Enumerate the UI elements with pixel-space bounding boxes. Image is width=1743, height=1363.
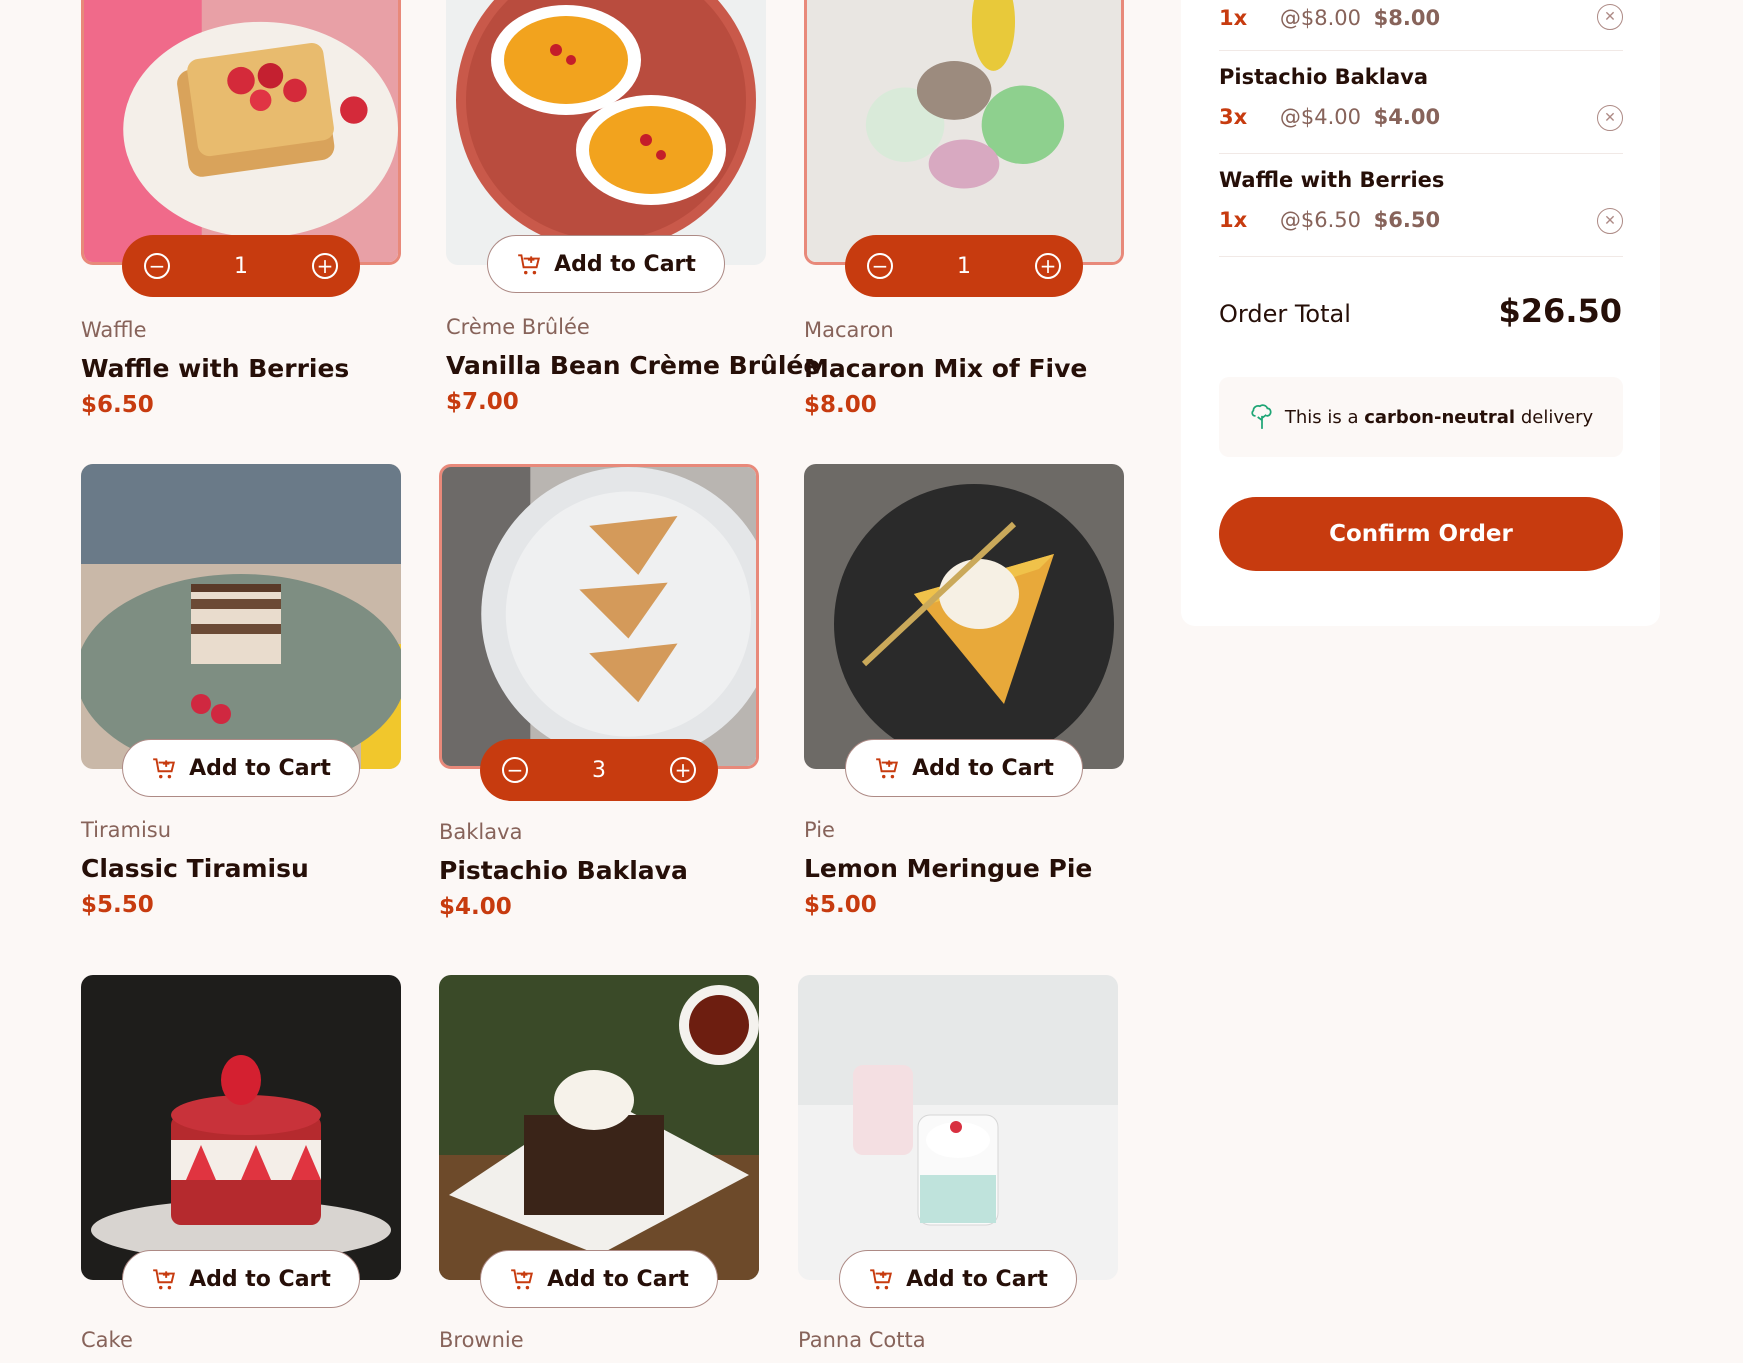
cart-item-name: Waffle with Berries bbox=[1219, 168, 1445, 192]
product-price: $6.50 bbox=[81, 392, 154, 418]
add-to-cart-label: Add to Cart bbox=[189, 755, 331, 781]
quantity-value: 1 bbox=[234, 253, 248, 279]
cart-icon bbox=[511, 1269, 534, 1290]
add-to-cart-label: Add to Cart bbox=[189, 1266, 331, 1292]
add-to-cart-button[interactable]: Add to Cart bbox=[122, 1250, 360, 1308]
product-image-pie bbox=[804, 464, 1124, 769]
cart-item-quantity: 3x bbox=[1219, 105, 1248, 129]
carbon-neutral-notice: This is a carbon-neutral delivery bbox=[1219, 377, 1623, 457]
product-category: Tiramisu bbox=[81, 818, 172, 842]
add-to-cart-label: Add to Cart bbox=[906, 1266, 1048, 1292]
cart-icon bbox=[153, 1269, 176, 1290]
cart-item-row: 1x @$6.50 $6.50 bbox=[1219, 208, 1623, 232]
product-name: Macaron Mix of Five bbox=[804, 354, 1088, 383]
cart-item-unit-price: @$6.50 bbox=[1279, 208, 1361, 232]
product-category: Cake bbox=[81, 1328, 133, 1352]
product-price: $5.00 bbox=[804, 892, 877, 918]
product-image-cake bbox=[81, 975, 401, 1280]
product-name: Waffle with Berries bbox=[81, 354, 350, 383]
product-category: Panna Cotta bbox=[798, 1328, 926, 1352]
cart-item: Pistachio Baklava 3x @$4.00 $4.00 ✕ bbox=[1219, 65, 1623, 154]
product-name: Classic Tiramisu bbox=[81, 854, 309, 883]
quantity-stepper[interactable]: − 1 + bbox=[122, 235, 360, 297]
confirm-order-button[interactable]: Confirm Order bbox=[1219, 497, 1623, 571]
divider bbox=[1219, 256, 1623, 257]
cart-item-unit-price: @$8.00 bbox=[1279, 6, 1361, 30]
cart-item-subtotal: $8.00 bbox=[1373, 6, 1441, 30]
add-to-cart-button[interactable]: Add to Cart bbox=[839, 1250, 1077, 1308]
product-price: $8.00 bbox=[804, 392, 877, 418]
add-to-cart-button[interactable]: Add to Cart bbox=[122, 739, 360, 797]
cart-icon bbox=[870, 1269, 893, 1290]
quantity-value: 1 bbox=[957, 253, 971, 279]
cart-item: 1x @$8.00 $8.00 ✕ bbox=[1219, 4, 1623, 51]
product-category: Crème Brûlée bbox=[446, 315, 590, 339]
product-category: Macaron bbox=[804, 318, 894, 342]
cart-panel: 1x @$8.00 $8.00 ✕ Pistachio Baklava 3x @… bbox=[1181, 0, 1660, 626]
product-category: Baklava bbox=[439, 820, 523, 844]
product-price: $4.00 bbox=[439, 894, 512, 920]
cart-item-name: Pistachio Baklava bbox=[1219, 65, 1429, 89]
decrement-icon[interactable]: − bbox=[144, 253, 170, 279]
add-to-cart-label: Add to Cart bbox=[547, 1266, 689, 1292]
product-image-macaron bbox=[804, 0, 1124, 265]
cart-item: Waffle with Berries 1x @$6.50 $6.50 ✕ bbox=[1219, 168, 1623, 257]
product-name: Lemon Meringue Pie bbox=[804, 854, 1093, 883]
add-to-cart-button[interactable]: Add to Cart bbox=[845, 739, 1083, 797]
product-image-creme-brulee bbox=[446, 0, 766, 265]
cart-item-quantity: 1x bbox=[1219, 208, 1248, 232]
product-image-tiramisu bbox=[81, 464, 401, 769]
product-image-baklava bbox=[439, 464, 759, 769]
cart-icon bbox=[153, 758, 176, 779]
add-to-cart-label: Add to Cart bbox=[554, 251, 696, 277]
add-to-cart-button[interactable]: Add to Cart bbox=[480, 1250, 718, 1308]
decrement-icon[interactable]: − bbox=[502, 757, 528, 783]
increment-icon[interactable]: + bbox=[1035, 253, 1061, 279]
quantity-stepper[interactable]: − 1 + bbox=[845, 235, 1083, 297]
order-total-label: Order Total bbox=[1219, 300, 1351, 328]
order-total-value: $26.50 bbox=[1498, 292, 1622, 330]
cart-item-subtotal: $4.00 bbox=[1373, 105, 1441, 129]
product-price: $7.00 bbox=[446, 389, 519, 415]
product-image-waffle bbox=[81, 0, 401, 265]
tree-icon bbox=[1251, 404, 1272, 429]
product-name: Pistachio Baklava bbox=[439, 856, 688, 885]
cart-item-quantity: 1x bbox=[1219, 6, 1248, 30]
remove-item-icon[interactable]: ✕ bbox=[1597, 4, 1623, 30]
product-category: Waffle bbox=[81, 318, 147, 342]
quantity-stepper[interactable]: − 3 + bbox=[480, 739, 718, 801]
remove-item-icon[interactable]: ✕ bbox=[1597, 105, 1623, 131]
cart-item-subtotal: $6.50 bbox=[1373, 208, 1441, 232]
cart-item-unit-price: @$4.00 bbox=[1279, 105, 1361, 129]
quantity-value: 3 bbox=[592, 757, 606, 783]
carbon-suffix: delivery bbox=[1520, 406, 1594, 428]
cart-item-row: 1x @$8.00 $8.00 bbox=[1219, 6, 1623, 30]
product-image-panna-cotta bbox=[798, 975, 1118, 1280]
carbon-text: This is a carbon-neutral delivery bbox=[1285, 407, 1593, 428]
cart-icon bbox=[876, 758, 899, 779]
carbon-bold: carbon-neutral bbox=[1364, 406, 1516, 428]
add-to-cart-label: Add to Cart bbox=[912, 755, 1054, 781]
divider bbox=[1219, 153, 1623, 154]
remove-item-icon[interactable]: ✕ bbox=[1597, 208, 1623, 234]
add-to-cart-button[interactable]: Add to Cart bbox=[487, 235, 725, 293]
cart-item-row: 3x @$4.00 $4.00 bbox=[1219, 105, 1623, 129]
divider bbox=[1219, 50, 1623, 51]
product-image-brownie bbox=[439, 975, 759, 1280]
carbon-prefix: This is a bbox=[1284, 406, 1359, 428]
increment-icon[interactable]: + bbox=[312, 253, 338, 279]
increment-icon[interactable]: + bbox=[670, 757, 696, 783]
product-category: Brownie bbox=[439, 1328, 524, 1352]
decrement-icon[interactable]: − bbox=[867, 253, 893, 279]
product-price: $5.50 bbox=[81, 892, 154, 918]
product-category: Pie bbox=[804, 818, 835, 842]
cart-icon bbox=[518, 254, 541, 275]
product-name: Vanilla Bean Crème Brûlée bbox=[446, 351, 821, 380]
